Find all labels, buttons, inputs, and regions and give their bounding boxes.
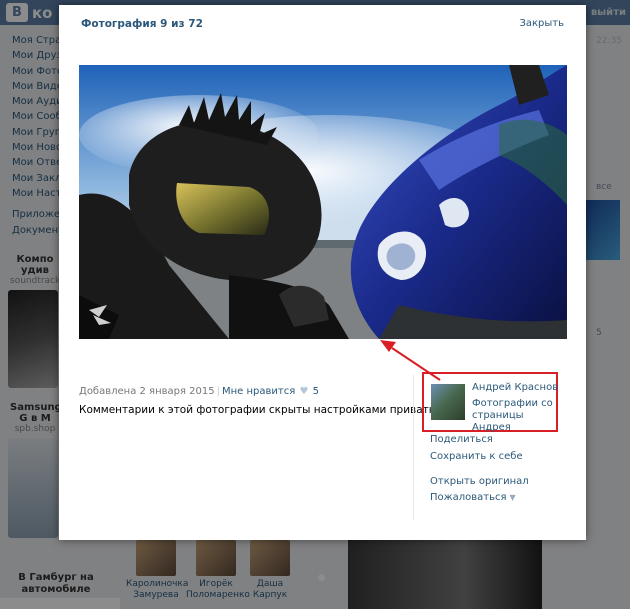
comments-hidden-notice: Комментарии к этой фотографии скрыты нас… bbox=[79, 404, 465, 416]
sidebar-divider bbox=[413, 375, 414, 520]
photo-meta: Добавлена 2 января 2015 | Мне нравится ♥ 5 bbox=[79, 386, 319, 397]
main-photo[interactable] bbox=[79, 65, 567, 339]
photo-image bbox=[79, 65, 567, 339]
close-button[interactable]: Закрыть bbox=[519, 18, 564, 29]
report-label: Пожаловаться bbox=[430, 492, 507, 503]
album-link[interactable]: Фотографии со страницы Андрея bbox=[472, 398, 556, 434]
chevron-down-icon: ▼ bbox=[509, 493, 516, 502]
photo-date: Добавлена 2 января 2015 bbox=[79, 386, 215, 397]
photo-owner-card[interactable]: Андрей Краснов Фотографии со страницы Ан… bbox=[422, 372, 558, 434]
meta-separator: | bbox=[216, 386, 220, 397]
report-link[interactable]: Пожаловаться ▼ bbox=[430, 492, 516, 503]
like-count[interactable]: 5 bbox=[313, 386, 319, 397]
heart-icon[interactable]: ♥ bbox=[299, 386, 308, 397]
open-original-link[interactable]: Открыть оригинал bbox=[430, 476, 529, 487]
owner-avatar[interactable] bbox=[431, 384, 465, 420]
owner-name-link[interactable]: Андрей Краснов bbox=[472, 382, 558, 393]
like-button[interactable]: Мне нравится bbox=[222, 386, 295, 397]
save-to-profile-link[interactable]: Сохранить к себе bbox=[430, 451, 523, 462]
photo-viewer-modal: Фотография 9 из 72 Закрыть Добавлена 2 я… bbox=[59, 5, 586, 540]
photo-counter-title: Фотография 9 из 72 bbox=[81, 18, 203, 30]
share-link[interactable]: Поделиться bbox=[430, 434, 493, 445]
